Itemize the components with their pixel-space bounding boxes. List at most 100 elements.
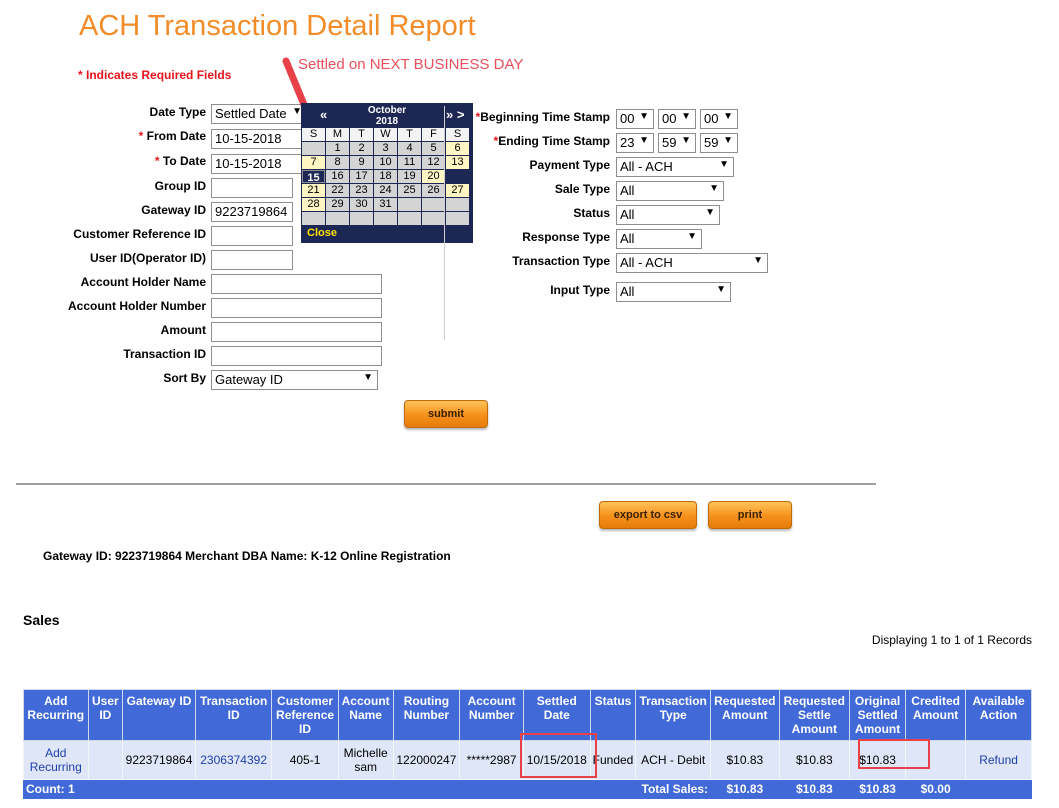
add-recurring-link[interactable]: Add Recurring — [23, 740, 89, 780]
end-minute-value: 59 — [662, 135, 677, 150]
next-month-button[interactable]: » > — [446, 107, 464, 122]
refund-link[interactable]: Refund — [965, 740, 1032, 780]
transaction-id-link[interactable]: 2306374392 — [194, 740, 273, 780]
calendar-day[interactable]: 18 — [374, 170, 397, 183]
calendar-empty-cell — [302, 212, 325, 225]
calendar-day[interactable]: 23 — [350, 184, 373, 197]
col-header: Transaction ID — [194, 689, 273, 741]
begin-minute-select[interactable]: 00 ▼ — [658, 109, 696, 129]
required-fields-note: * Indicates Required Fields — [78, 68, 232, 82]
col-header: Requested Amount — [710, 689, 780, 741]
date-type-value: Settled Date — [215, 106, 287, 121]
calendar-empty-cell — [374, 212, 397, 225]
account-holder-number-input[interactable] — [211, 298, 382, 318]
calendar-day[interactable]: 24 — [374, 184, 397, 197]
chevron-down-icon: ▼ — [716, 284, 726, 295]
footer-credited-amount: $0.00 — [905, 779, 967, 799]
date-type-label: Date Type — [149, 105, 206, 119]
calendar-empty-cell — [446, 198, 469, 211]
calendar-day[interactable]: 3 — [374, 142, 397, 155]
begin-minute-value: 00 — [662, 111, 677, 126]
status-select[interactable]: All ▼ — [616, 205, 720, 225]
transaction-id-input[interactable] — [211, 346, 382, 366]
calendar-day[interactable]: 20 — [422, 170, 445, 183]
calendar-day[interactable]: 9 — [350, 156, 373, 169]
sale-type-select[interactable]: All ▼ — [616, 181, 724, 201]
calendar-day-selected[interactable]: 15 — [302, 170, 325, 183]
transaction-type-value: All - ACH — [620, 255, 673, 270]
transaction-type-select[interactable]: All - ACH ▼ — [616, 253, 768, 273]
col-header: Account Name — [337, 689, 394, 741]
calendar-day[interactable]: 30 — [350, 198, 373, 211]
user-id-input[interactable] — [211, 250, 293, 270]
calendar-day[interactable]: 6 — [446, 142, 469, 155]
calendar-day[interactable]: 10 — [374, 156, 397, 169]
response-type-value: All — [620, 231, 635, 246]
chevron-down-icon: ▼ — [719, 159, 729, 170]
response-type-select[interactable]: All ▼ — [616, 229, 702, 249]
end-hour-value: 23 — [620, 135, 635, 150]
calendar-day[interactable]: 5 — [422, 142, 445, 155]
prev-month-button[interactable]: « — [320, 107, 327, 122]
calendar-day[interactable]: 31 — [374, 198, 397, 211]
required-star: * — [138, 129, 144, 143]
calendar-weekday: S — [302, 128, 325, 141]
calendar-day[interactable]: 28 — [302, 198, 325, 211]
end-hour-select[interactable]: 23 ▼ — [616, 133, 654, 153]
payment-type-select[interactable]: All - ACH ▼ — [616, 157, 734, 177]
settled-date-highlight — [520, 733, 597, 778]
begin-second-select[interactable]: 00 ▼ — [700, 109, 738, 129]
count-total: Count: 1 — [23, 779, 196, 799]
calendar-day[interactable]: 22 — [326, 184, 349, 197]
group-id-input[interactable] — [211, 178, 293, 198]
calendar-day[interactable]: 8 — [326, 156, 349, 169]
calendar-day[interactable]: 2 — [350, 142, 373, 155]
footer-original-settled-amount: $10.83 — [849, 779, 907, 799]
calendar-week-row — [302, 212, 472, 226]
cell-transaction-type: ACH - Debit — [635, 740, 711, 780]
end-second-select[interactable]: 59 ▼ — [700, 133, 738, 153]
account-holder-name-input[interactable] — [211, 274, 382, 294]
calendar-day[interactable]: 7 — [302, 156, 325, 169]
col-header: Customer Reference ID — [271, 689, 339, 741]
calendar-empty-cell — [302, 142, 325, 155]
calendar-day[interactable]: 29 — [326, 198, 349, 211]
calendar-day[interactable]: 12 — [422, 156, 445, 169]
calendar-day[interactable]: 1 — [326, 142, 349, 155]
calendar-header: « October 2018 » > — [302, 104, 472, 128]
gateway-id-info-label: Gateway ID: — [43, 549, 112, 563]
amount-input[interactable] — [211, 322, 382, 342]
original-settled-highlight — [858, 739, 930, 769]
transaction-id-label: Transaction ID — [123, 347, 206, 361]
calendar-day[interactable]: 16 — [326, 170, 349, 183]
calendar-day[interactable]: 26 — [422, 184, 445, 197]
calendar-day[interactable]: 27 — [446, 184, 469, 197]
page-title: ACH Transaction Detail Report — [79, 10, 476, 42]
cell-status: Funded — [589, 740, 637, 780]
col-header: Available Action — [965, 689, 1032, 741]
amount-label: Amount — [160, 323, 206, 337]
calendar-day[interactable]: 17 — [350, 170, 373, 183]
sort-by-select[interactable]: Gateway ID ▼ — [211, 370, 378, 390]
calendar-day[interactable]: 4 — [398, 142, 421, 155]
calendar-year: 2018 — [375, 116, 399, 127]
chevron-down-icon: ▼ — [681, 135, 691, 146]
begin-hour-select[interactable]: 00 ▼ — [616, 109, 654, 129]
export-csv-button[interactable]: export to csv — [599, 501, 697, 529]
end-minute-select[interactable]: 59 ▼ — [658, 133, 696, 153]
calendar-weekday: M — [326, 128, 349, 141]
col-header: User ID — [87, 689, 124, 741]
calendar-close-button[interactable]: Close — [307, 227, 337, 239]
calendar-day[interactable]: 13 — [446, 156, 469, 169]
sort-by-label: Sort By — [163, 371, 206, 385]
date-picker-calendar[interactable]: « October 2018 » > S M T W T F S 1 2 3 4 5 6 7 8 9 10 11 1… — [301, 103, 473, 243]
submit-button[interactable]: submit — [404, 400, 488, 428]
calendar-day[interactable]: 11 — [398, 156, 421, 169]
calendar-day[interactable]: 25 — [398, 184, 421, 197]
calendar-day[interactable]: 19 — [398, 170, 421, 183]
input-type-select[interactable]: All ▼ — [616, 282, 731, 302]
calendar-day[interactable]: 21 — [302, 184, 325, 197]
customer-reference-id-input[interactable] — [211, 226, 293, 246]
print-button[interactable]: print — [708, 501, 792, 529]
gateway-id-input[interactable]: 9223719864 — [211, 202, 293, 222]
